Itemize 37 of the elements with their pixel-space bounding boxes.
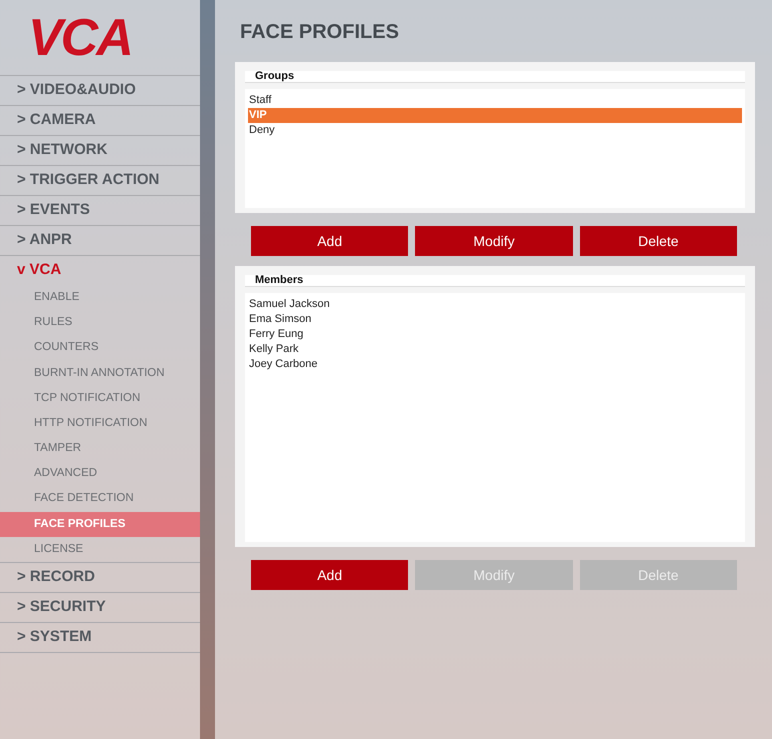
nav-subitem[interactable]: BURNT-IN ANNOTATION [0,360,200,386]
list-item[interactable]: Joey Carbone [248,357,742,372]
nav-item[interactable]: v VCA [0,256,200,285]
list-item[interactable]: Deny [248,123,742,138]
list-item[interactable]: Staff [248,93,742,108]
list-item[interactable]: Samuel Jackson [248,297,742,312]
nav-item[interactable]: > VIDEO&AUDIO [0,76,200,105]
nav-item[interactable]: > TRIGGER ACTION [0,166,200,195]
modify-button[interactable]: Modify [415,226,573,256]
panel-header: Members [245,275,745,287]
delete-button[interactable]: Delete [580,226,737,256]
nav-subitem[interactable]: ADVANCED [0,461,200,486]
nav-subitem[interactable]: COUNTERS [0,335,200,361]
list-item[interactable]: Kelly Park [248,342,742,357]
nav-subitem[interactable]: TCP NOTIFICATION [0,386,200,411]
list-item[interactable]: Ferry Eung [248,327,742,342]
nav-subitem[interactable]: ENABLE [0,285,200,310]
nav-subitem[interactable]: RULES [0,310,200,336]
nav-item[interactable]: > SECURITY [0,593,200,622]
logo: VCA [28,12,132,64]
nav-item[interactable]: > RECORD [0,563,200,592]
nav-subitem[interactable]: HTTP NOTIFICATION [0,410,200,436]
nav-subitem[interactable]: LICENSE [0,536,200,562]
nav-item[interactable]: > NETWORK [0,136,200,165]
nav-subitem[interactable]: FACE PROFILES [0,512,200,537]
list-item[interactable]: Ema Simson [248,312,742,327]
add-button[interactable]: Add [251,226,408,256]
add-button[interactable]: Add [251,560,408,590]
nav-subitem[interactable]: TAMPER [0,436,200,462]
list-item[interactable]: VIP [248,108,742,123]
panel-header: Groups [245,71,745,83]
nav-item[interactable]: > EVENTS [0,196,200,225]
page-title: FACE PROFILES [240,20,400,45]
nav-item[interactable]: > ANPR [0,226,200,255]
nav-item[interactable]: > CAMERA [0,106,200,135]
nav-subitem[interactable]: FACE DETECTION [0,486,200,512]
nav-item[interactable]: > SYSTEM [0,623,200,652]
